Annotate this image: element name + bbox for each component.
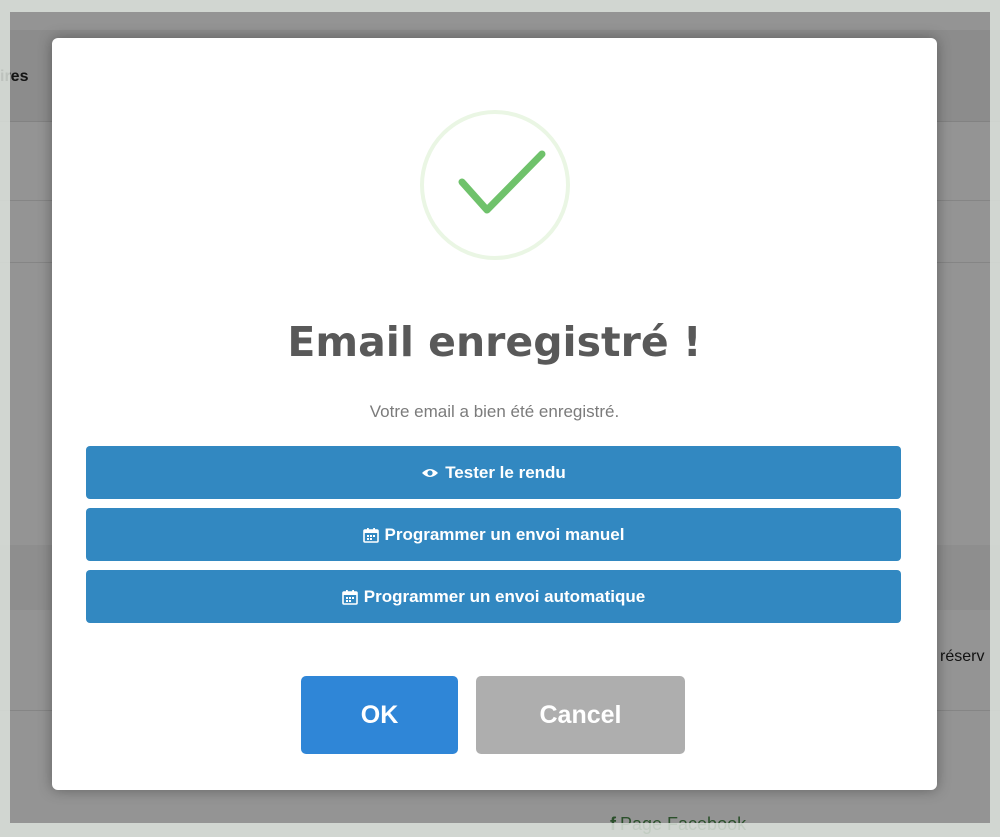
test-render-button[interactable]: Tester le rendu	[86, 446, 901, 499]
eye-icon	[421, 467, 439, 479]
modal-message: Votre email a bien été enregistré.	[369, 402, 620, 421]
cancel-button[interactable]: Cancel	[476, 676, 685, 754]
test-render-label: Tester le rendu	[445, 462, 566, 482]
success-modal: Email enregistré ! Votre email a bien ét…	[52, 38, 937, 790]
schedule-automatic-button[interactable]: Programmer un envoi automatique	[86, 570, 901, 623]
calendar-icon	[362, 527, 379, 543]
ok-button[interactable]: OK	[301, 676, 458, 754]
success-checkmark-icon	[420, 110, 570, 260]
checkmark-icon	[458, 150, 546, 214]
modal-title: Email enregistré !	[287, 318, 702, 366]
schedule-manual-button[interactable]: Programmer un envoi manuel	[86, 508, 901, 561]
calendar-icon	[341, 589, 358, 605]
schedule-automatic-label: Programmer un envoi automatique	[363, 586, 646, 606]
schedule-manual-label: Programmer un envoi manuel	[384, 524, 625, 544]
